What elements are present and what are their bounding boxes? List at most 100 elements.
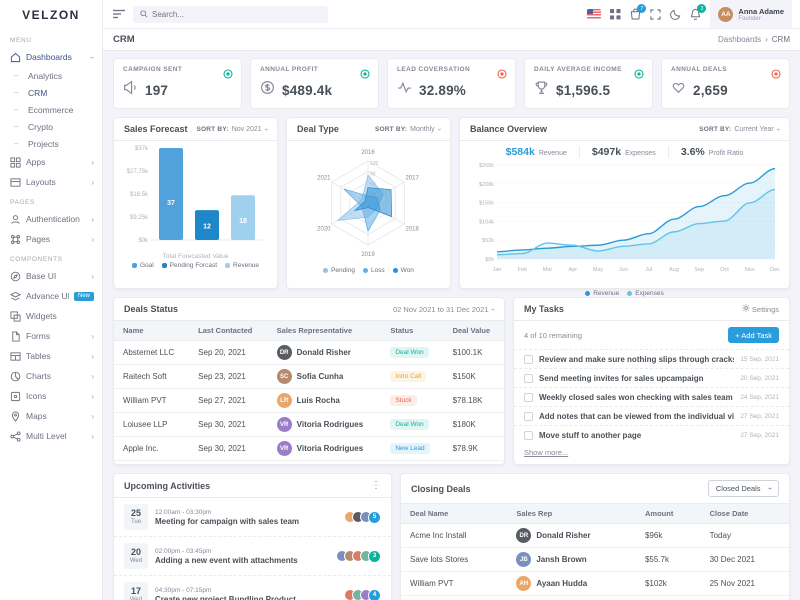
apps-grid-icon[interactable] (610, 9, 621, 20)
balance-summary-item-1: $497kExpenses (579, 146, 668, 158)
closed-deals-select[interactable]: Closed Deals › (708, 480, 779, 497)
sidebar-item-maps[interactable]: Maps› (0, 406, 102, 426)
sales-rep: SCSofia Cunha (277, 369, 373, 384)
task-checkbox[interactable] (524, 374, 533, 383)
activity-title[interactable]: Create new project Bundling Product (155, 595, 337, 600)
sidebar-item-multi-level[interactable]: Multi Level› (0, 426, 102, 446)
chevron-right-icon: › (91, 158, 94, 167)
cell (507, 596, 636, 600)
sidebar-subitem-projects[interactable]: –Projects (0, 135, 102, 152)
sidebar-item-apps[interactable]: Apps› (0, 152, 102, 172)
date-range-value: 02 Nov 2021 to 31 Dec 2021 (393, 305, 489, 314)
legend-item-loss: Loss (363, 267, 385, 274)
activity-title[interactable]: Adding a new event with attachments (155, 556, 329, 565)
sidebar-item-label: Base UI (26, 271, 86, 281)
task-checkbox[interactable] (524, 412, 533, 421)
sidebar-item-advance-ui[interactable]: Advance UINew (0, 286, 102, 306)
sidebar-item-tables[interactable]: Tables› (0, 346, 102, 366)
task-row: Weekly closed sales won checking with sa… (514, 387, 789, 406)
activity-title[interactable]: Meeting for campaign with sales team (155, 517, 337, 526)
balance-overview-sort-dropdown[interactable]: SORT BY: Current Year › (699, 126, 779, 133)
activity-date: 20Wed (124, 543, 148, 569)
share-icon (10, 431, 21, 442)
sidebar-item-charts[interactable]: Charts› (0, 366, 102, 386)
activities-menu-icon[interactable]: ⋮ (371, 480, 381, 491)
legend-item-expenses: Expenses (627, 290, 664, 297)
add-task-button[interactable]: + Add Task (728, 327, 779, 343)
sidebar-subitem-analytics[interactable]: –Analytics (0, 67, 102, 84)
activity-weekday: Wed (130, 558, 142, 564)
sidebar-item-widgets[interactable]: Widgets (0, 306, 102, 326)
dark-mode-moon-icon[interactable] (670, 9, 681, 20)
svg-text:$9.25k: $9.25k (130, 215, 149, 221)
my-tasks-title: My Tasks (524, 304, 564, 314)
sales-rep-name: Sofia Cunha (297, 372, 344, 381)
sidebar-item-dashboards[interactable]: Dashboards› (0, 47, 102, 67)
svg-text:$260k: $260k (479, 163, 494, 169)
indicator-success-icon (360, 66, 370, 84)
sidebar-item-label: Authentication (26, 214, 86, 224)
deal-value-cell: $150K (444, 365, 504, 389)
sales-forecast-sort-dropdown[interactable]: SORT BY: Nov 2021 › (197, 126, 268, 133)
deal-type-title: Deal Type (297, 124, 339, 134)
sales-rep-name: Vitoria Rodrigues (297, 420, 364, 429)
sidebar-subitem-ecommerce[interactable]: –Ecommerce (0, 101, 102, 118)
task-checkbox[interactable] (524, 355, 533, 364)
status-badge: New Lead (390, 443, 429, 454)
sales-rep-cell: SCSofia Cunha (268, 365, 382, 389)
sidebar-subitem-crm[interactable]: –CRM (0, 84, 102, 101)
avatar: LR (277, 393, 292, 408)
brand-logo[interactable]: VELZON (0, 0, 102, 30)
chart-icon (10, 371, 21, 382)
legend-item-pending: Pending (323, 267, 355, 274)
user-name: Anna Adame (738, 7, 784, 16)
sidebar-subitem-crypto[interactable]: –Crypto (0, 118, 102, 135)
deal-type-sort-dropdown[interactable]: SORT BY: Monthly › (375, 126, 440, 133)
search-input[interactable] (152, 10, 321, 19)
sort-by-value: Monthly (410, 126, 435, 133)
cart-badge: 7 (637, 4, 646, 13)
task-text[interactable]: Add notes that can be viewed from the in… (539, 412, 734, 421)
dollar-icon (260, 80, 275, 100)
language-flag-icon[interactable] (587, 9, 601, 19)
deal-type-legend: PendingLossWon (323, 267, 414, 274)
search-box[interactable] (133, 6, 328, 23)
task-checkbox[interactable] (524, 393, 533, 402)
status-cell: Stuck (381, 389, 443, 413)
sidebar-item-pages[interactable]: Pages› (0, 229, 102, 249)
status-cell: Deal Won (381, 341, 443, 365)
dash-icon: – (14, 71, 23, 80)
cell (636, 596, 701, 600)
task-text[interactable]: Weekly closed sales won checking with sa… (539, 393, 734, 402)
svg-text:$104k: $104k (479, 219, 494, 225)
notifications-bell-icon[interactable]: 3 (690, 8, 701, 20)
cart-icon[interactable]: 7 (630, 8, 641, 20)
fullscreen-icon[interactable] (650, 9, 661, 20)
task-checkbox[interactable] (524, 431, 533, 440)
hamburger-icon[interactable] (113, 9, 125, 19)
sidebar-item-base-ui[interactable]: Base UI› (0, 266, 102, 286)
show-more-link[interactable]: Show more... (514, 444, 789, 463)
sidebar-item-forms[interactable]: Forms› (0, 326, 102, 346)
svg-text:Dec: Dec (770, 267, 780, 273)
deal-name-cell: William PVT (114, 389, 189, 413)
stat-card-2: LEAD COVERSATION32.89% (387, 58, 516, 109)
task-text[interactable]: Move stuff to another page (539, 431, 734, 440)
legend-item-goal: Goal (132, 262, 154, 269)
task-text[interactable]: Send meeting invites for sales upcampaig… (539, 374, 734, 383)
search-icon (140, 5, 148, 23)
user-role: Founder (738, 16, 784, 22)
tasks-settings-button[interactable]: Settings (742, 304, 779, 314)
task-row: Add notes that can be viewed from the in… (514, 406, 789, 425)
sidebar-item-authentication[interactable]: Authentication› (0, 209, 102, 229)
deal-value-cell: $78.9K (444, 437, 504, 461)
stat-value: 2,659 (693, 83, 728, 98)
sidebar-item-icons[interactable]: Icons› (0, 386, 102, 406)
deals-date-range-dropdown[interactable]: 02 Nov 2021 to 31 Dec 2021 › (393, 305, 494, 314)
user-menu[interactable]: AA Anna Adame Founder (710, 0, 792, 28)
stat-card-1: ANNUAL PROFIT$489.4k (250, 58, 379, 109)
task-text[interactable]: Review and make sure nothing slips throu… (539, 355, 734, 364)
breadcrumb-root[interactable]: Dashboards (718, 35, 761, 44)
sidebar-item-layouts[interactable]: Layouts› (0, 172, 102, 192)
widgets-icon (10, 311, 21, 322)
